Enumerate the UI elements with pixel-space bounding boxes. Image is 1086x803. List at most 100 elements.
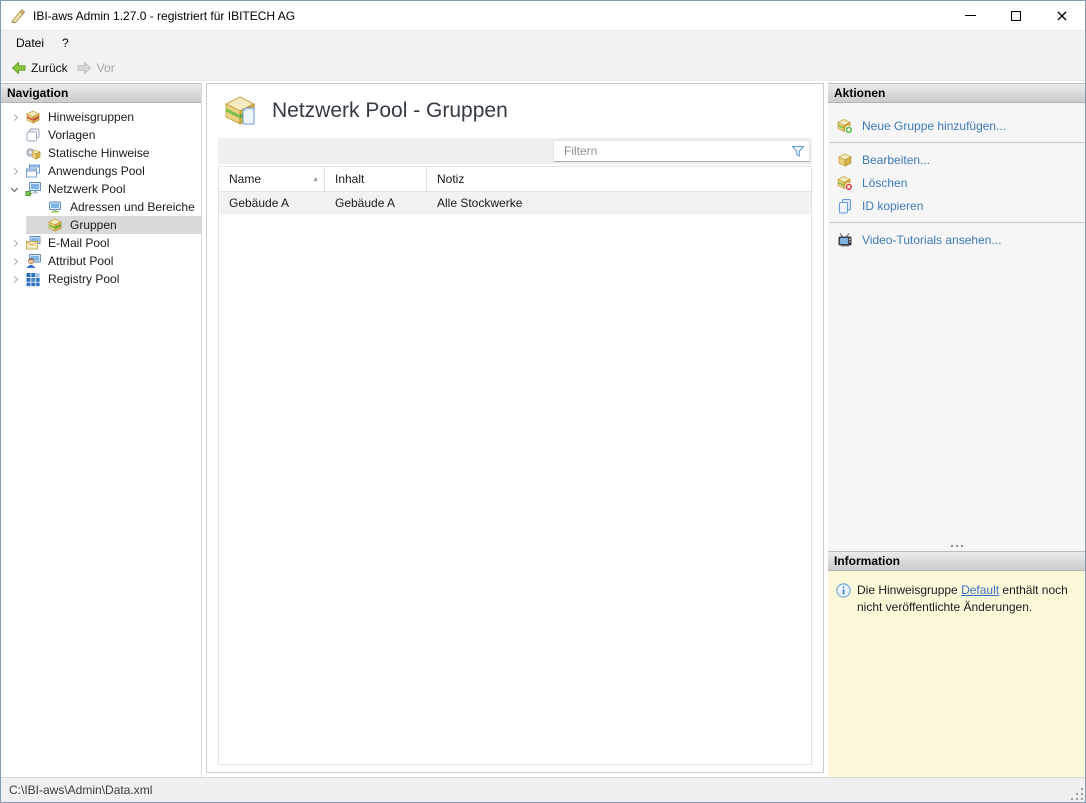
content-header: Netzwerk Pool - Gruppen (207, 84, 823, 138)
content-body: Name ▲ Inhalt Notiz Gebäude A Gebäude A … (207, 138, 823, 772)
action-edit[interactable]: Bearbeiten... (828, 148, 1085, 171)
title-bar: IBI-aws Admin 1.27.0 - registriert für I… (1, 1, 1085, 31)
close-icon: × (1055, 5, 1069, 25)
window-title: IBI-aws Admin 1.27.0 - registriert für I… (33, 8, 296, 23)
package-edit-icon (837, 152, 853, 168)
registry-pool-icon (25, 271, 41, 287)
main-area: Navigation Hinweisgruppen Vorlagen Stati… (1, 81, 1085, 777)
action-video-tutorials[interactable]: Video-Tutorials ansehen... (828, 228, 1085, 251)
filter-bar (218, 138, 812, 164)
forward-arrow-icon (76, 60, 93, 76)
action-copy-id[interactable]: ID kopieren (828, 194, 1085, 217)
back-button[interactable]: Zurück (8, 58, 74, 78)
action-add-group[interactable]: Neue Gruppe hinzufügen... (828, 114, 1085, 137)
filter-input-wrapper (553, 140, 810, 162)
tv-icon (837, 232, 853, 248)
sidebar-item-vorlagen[interactable]: Vorlagen (1, 126, 201, 144)
expander-collapsed-icon[interactable] (10, 113, 19, 121)
resize-grip[interactable] (1069, 786, 1083, 800)
app-icon (10, 8, 26, 24)
sidebar-item-anwendungs-pool[interactable]: Anwendungs Pool (1, 162, 201, 180)
sidebar-item-adressen-und-bereiche[interactable]: Adressen und Bereiche (26, 198, 201, 216)
actions-header: Aktionen (828, 83, 1085, 103)
column-header-name[interactable]: Name ▲ (219, 167, 325, 191)
sidebar-item-netzwerk-pool[interactable]: Netzwerk Pool (1, 180, 201, 198)
expander-collapsed-icon[interactable] (10, 275, 19, 283)
info-text-before: Die Hinweisgruppe (857, 583, 962, 597)
email-pool-icon (25, 235, 41, 251)
table-row[interactable]: Gebäude A Gebäude A Alle Stockwerke (219, 192, 811, 214)
templates-icon (25, 127, 41, 143)
sidebar-item-label: Hinweisgruppen (48, 110, 135, 124)
expander-collapsed-icon[interactable] (10, 239, 19, 247)
toolbar: Zurück Vor (1, 55, 1085, 81)
actions-panel: Neue Gruppe hinzufügen... Bearbeiten... (828, 103, 1085, 541)
column-header-notiz[interactable]: Notiz (427, 167, 811, 191)
filter-funnel-icon[interactable] (787, 143, 809, 159)
panel-splitter[interactable] (828, 541, 1085, 551)
table-header: Name ▲ Inhalt Notiz (219, 167, 811, 192)
sidebar-item-label: Registry Pool (48, 272, 120, 286)
sidebar-item-label: Gruppen (70, 218, 117, 232)
separator (829, 222, 1084, 223)
package-add-icon (837, 118, 853, 134)
info-icon (836, 583, 851, 598)
content-panel: Netzwerk Pool - Gruppen Filtern Name ▲ I… (206, 83, 824, 773)
sidebar-item-label: Vorlagen (48, 128, 96, 142)
column-header-inhalt[interactable]: Inhalt (325, 167, 427, 191)
sidebar-item-label: E-Mail Pool (48, 236, 110, 250)
package-delete-icon (837, 175, 853, 191)
menu-help[interactable]: ? (53, 32, 78, 54)
maximize-button[interactable] (993, 1, 1039, 30)
cell-name: Gebäude A (229, 196, 290, 210)
group-package-icon (47, 217, 63, 233)
menu-datei[interactable]: Datei (7, 32, 53, 54)
sidebar-item-label: Attribut Pool (48, 254, 114, 268)
filter-input[interactable] (554, 142, 787, 160)
action-delete[interactable]: Löschen (828, 171, 1085, 194)
cell-inhalt: Gebäude A (335, 196, 396, 210)
navigation-tree: Hinweisgruppen Vorlagen Statische Hinwei… (1, 103, 201, 777)
close-button[interactable]: × (1039, 1, 1085, 30)
navigation-header: Navigation (1, 83, 201, 103)
menu-bar: Datei ? (1, 31, 1085, 55)
sidebar-item-attribut-pool[interactable]: Attribut Pool (1, 252, 201, 270)
action-label: ID kopieren (862, 198, 924, 213)
sidebar-item-label: Netzwerk Pool (48, 182, 126, 196)
attribute-pool-icon (25, 253, 41, 269)
cell-notiz: Alle Stockwerke (437, 196, 523, 210)
expander-collapsed-icon[interactable] (10, 257, 19, 265)
minimize-button[interactable] (947, 1, 993, 30)
network-group-package-icon (223, 95, 259, 126)
forward-button[interactable]: Vor (74, 58, 121, 78)
separator (829, 142, 1084, 143)
back-arrow-icon (10, 60, 27, 76)
sidebar-item-label: Anwendungs Pool (48, 164, 145, 178)
sidebar-item-registry-pool[interactable]: Registry Pool (1, 270, 201, 288)
sidebar-item-statische-hinweise[interactable]: Statische Hinweise (1, 144, 201, 162)
sidebar-item-hinweisgruppen[interactable]: Hinweisgruppen (1, 108, 201, 126)
default-link[interactable]: Default (961, 583, 999, 597)
sidebar-item-label: Adressen und Bereiche (70, 200, 195, 214)
sidebar-item-email-pool[interactable]: E-Mail Pool (1, 234, 201, 252)
back-label: Zurück (31, 60, 68, 75)
app-window: IBI-aws Admin 1.27.0 - registriert für I… (0, 0, 1086, 803)
action-label: Bearbeiten... (862, 152, 931, 167)
sidebar-item-gruppen[interactable]: Gruppen (26, 216, 201, 234)
notice-groups-icon (25, 109, 41, 125)
maximize-icon (1011, 10, 1021, 21)
page-title: Netzwerk Pool - Gruppen (272, 98, 508, 122)
expander-expanded-icon[interactable] (10, 184, 19, 192)
action-label: Neue Gruppe hinzufügen... (862, 118, 1007, 133)
forward-label: Vor (96, 60, 115, 75)
navigation-panel: Navigation Hinweisgruppen Vorlagen Stati… (1, 83, 202, 777)
right-panel: Aktionen Neue Gruppe hinzufügen... Bearb… (828, 83, 1085, 777)
network-pool-icon (25, 181, 41, 197)
column-label: Name (229, 172, 262, 186)
status-path: C:\IBI-aws\Admin\Data.xml (9, 783, 153, 797)
static-notices-icon (25, 145, 41, 161)
action-label: Video-Tutorials ansehen... (862, 232, 1002, 247)
window-controls: × (947, 1, 1085, 30)
sidebar-item-label: Statische Hinweise (48, 146, 150, 160)
expander-collapsed-icon[interactable] (10, 167, 19, 175)
